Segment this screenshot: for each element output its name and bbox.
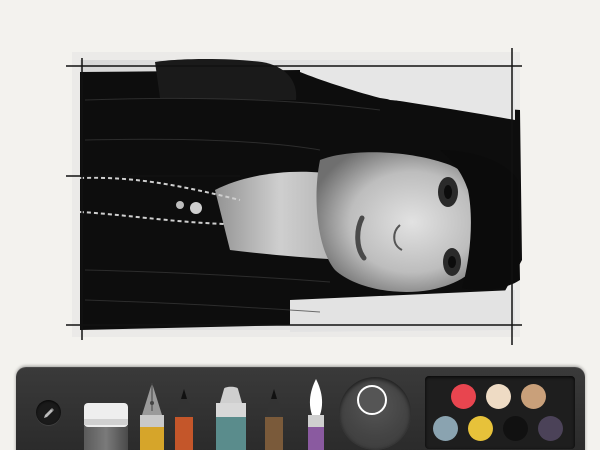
pencil-icon [43,407,54,418]
yellow-swatch[interactable] [468,416,493,441]
black-swatch[interactable] [503,416,528,441]
drawing-canvas[interactable] [0,0,600,360]
app-window [0,0,600,450]
artwork-portrait [66,48,522,345]
color-mixer-dial[interactable] [339,377,411,449]
color-palette [425,376,575,449]
tan-swatch[interactable] [521,384,546,409]
blue-grey-swatch[interactable] [433,416,458,441]
eraser-tool[interactable] [82,397,130,450]
outline-pencil-tool[interactable] [262,387,286,450]
brush-icon [308,379,324,450]
outline-pencil-icon [265,389,283,450]
cream-swatch[interactable] [486,384,511,409]
brush-tool[interactable] [302,377,330,450]
color-mixer-knob[interactable] [357,385,387,415]
fountain-pen-tool[interactable] [136,381,168,450]
pencil-icon [175,389,193,450]
tool-settings-button[interactable] [36,400,61,425]
tool-tray [16,367,585,450]
red-swatch[interactable] [451,384,476,409]
marker-tool[interactable] [210,385,252,450]
purple-swatch[interactable] [538,416,563,441]
marker-icon [216,386,246,450]
eraser-icon [84,403,128,450]
fountain-pen-icon [140,383,164,450]
pencil-tool[interactable] [172,387,196,450]
